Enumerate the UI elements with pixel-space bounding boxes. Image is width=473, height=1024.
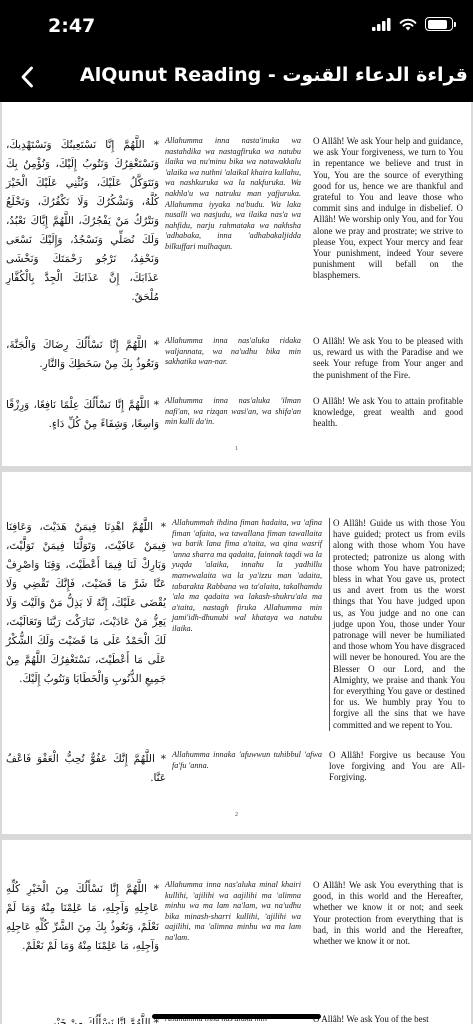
page-number: 2 (235, 812, 238, 818)
document-page-1: * اللَّهُمَّ إِنَّا نَسْتَعِينُكَ وَنَسْ… (2, 102, 471, 466)
document-viewer[interactable]: * اللَّهُمَّ إِنَّا نَسْتَعِينُكَ وَنَسْ… (0, 102, 473, 1024)
english-translation: O Allâh! We ask You to be pleased with u… (313, 336, 463, 380)
english-translation: O Allâh! Guide us with those You have gu… (329, 518, 465, 731)
arabic-text: * اللَّهُمَّ اهْدِنَا فِيمَنْ هَدَيْتَ، … (6, 521, 166, 685)
status-icons (372, 17, 456, 31)
chevron-left-icon (21, 66, 33, 88)
page-title: AlQunut Reading - قراءة الدعاء القنوت (80, 64, 468, 86)
transliteration-text: Allahumma innaka 'afuwwun tuhibbul 'afwa… (172, 750, 322, 770)
battery-icon (425, 17, 456, 31)
page-number: 1 (235, 446, 238, 452)
arabic-text: * اللَّهُمَّ إِنَّا نَسْأَلُكَ رِضَاكَ و… (6, 339, 159, 370)
english-translation: O Allâh! We ask You of the best (313, 1014, 429, 1024)
wifi-icon (399, 18, 417, 30)
arabic-text: * اللَّهُمَّ إِنَّا نَسْأَلُكَ مِنَ الْخ… (6, 883, 159, 952)
english-translation: O Allâh! We ask You to attain profitable… (313, 396, 463, 429)
arabic-text: * اللَّهُمَّ إِنَّا نَسْتَعِينُكَ وَنَسْ… (6, 139, 159, 303)
document-page-3: * اللَّهُمَّ إِنَّا نَسْأَلُكَ مِنَ الْخ… (2, 840, 471, 1024)
cellular-signal-icon (372, 17, 391, 31)
transliteration-text: Allahumma inna nas'aluka 'ilman nafi'an,… (165, 396, 301, 427)
document-page-2: * اللَّهُمَّ اهْدِنَا فِيمَنْ هَدَيْتَ، … (2, 472, 471, 834)
battery-level-fill (427, 19, 447, 29)
navigation-bar: AlQunut Reading - قراءة الدعاء القنوت (0, 52, 473, 102)
english-translation: O Allâh! We ask You everything that is g… (313, 880, 463, 947)
english-translation: O Allâh! We ask Your help and guidance, … (313, 136, 463, 281)
status-time: 2:47 (48, 15, 96, 37)
english-translation: O Allâh! Forgive us because You love for… (329, 750, 465, 783)
back-button[interactable] (10, 60, 44, 94)
transliteration-text: Allahumma inna nasta'inuka wa nastahdika… (165, 136, 301, 251)
transliteration-text: Allahumma inna nas'aluka minal khairi ku… (165, 880, 301, 942)
home-indicator[interactable] (152, 1014, 321, 1019)
arabic-text: * اللَّهُمَّ إِنَّا نَسْأَلُكَ عِلْمًا ن… (6, 399, 159, 430)
arabic-text: * اللَّهُمَّ إِنَّكَ عَفُوٌّ تُحِبُّ الْ… (6, 753, 166, 784)
transliteration-text: Allahummah ihdina fiman hadaita, wa 'afi… (172, 518, 322, 633)
transliteration-text: Allahumma inna nas'aluka ridaka waljanna… (165, 336, 301, 367)
status-bar: 2:47 (0, 0, 473, 52)
arabic-text: * اللَّهُمَّ إِنَّا نَسْأَلُكَ مِنْ خَيْ… (51, 1017, 159, 1024)
